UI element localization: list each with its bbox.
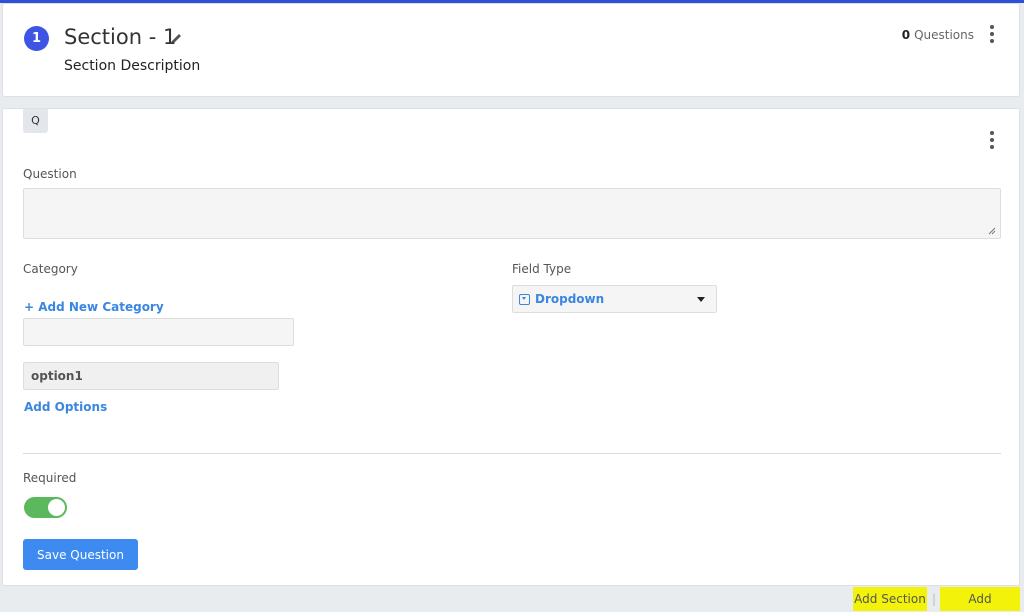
question-count-label: Questions [914,28,974,42]
pencil-icon[interactable] [169,32,183,46]
add-section-button[interactable]: Add Section [853,587,927,611]
section-number-badge: 1 [24,26,49,51]
option-input[interactable] [23,362,279,390]
section-description: Section Description [64,58,201,74]
toggle-knob [48,499,65,516]
resize-grip-icon[interactable] [988,227,996,235]
add-options-link[interactable]: Add Options [24,400,107,414]
required-label: Required [23,471,77,485]
section-title: Section - 1 [64,25,177,49]
caret-down-icon [697,297,705,302]
section-menu-kebab-icon[interactable] [989,25,995,43]
question-tag: Q [23,109,48,133]
field-type-select[interactable]: Dropdown [512,285,717,313]
category-label: Category [23,262,78,276]
dropdown-field-icon [519,294,530,305]
field-type-value: Dropdown [535,292,605,306]
add-question-button[interactable]: Add Question [940,587,1020,611]
question-menu-kebab-icon[interactable] [989,131,995,149]
add-new-category-link[interactable]: + Add New Category [24,300,164,314]
question-card: Q Question Category + Add New Category A… [2,108,1020,586]
category-input[interactable] [23,318,294,346]
save-question-button[interactable]: Save Question [23,539,138,570]
question-count: 0 Questions [902,28,974,42]
question-label: Question [23,167,77,181]
field-type-label: Field Type [512,262,572,276]
question-count-value: 0 [901,28,911,42]
footer-separator: | [932,592,937,606]
question-textarea[interactable] [23,188,1001,239]
required-toggle[interactable] [24,497,67,518]
divider [23,453,1001,454]
section-card: 1 Section - 1 Section Description 0 Quest… [2,3,1020,97]
